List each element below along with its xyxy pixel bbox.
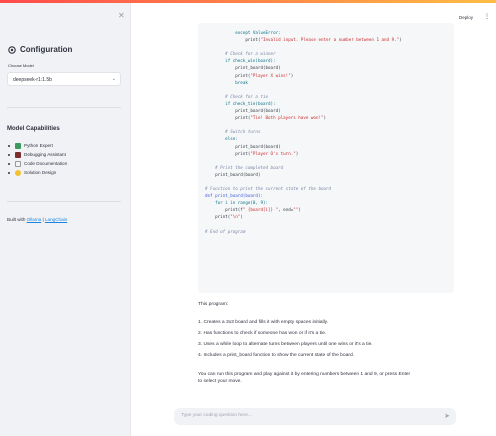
chat-input-box[interactable]: Type your coding question here... ➤ [174, 408, 456, 425]
assistant-answer: This program: 1. Creates a 3x3 board and… [198, 301, 460, 384]
bug-icon [15, 151, 21, 158]
capabilities-list: Python Expert Debugging Assistant Code D… [8, 141, 67, 177]
list-item: 1. Creates a 3x3 board and fills it with… [198, 320, 329, 325]
code-line: print("Invalid input. Please enter a num… [205, 37, 402, 43]
model-select[interactable]: deepseek-r1:1.5b ⌄ [7, 72, 121, 86]
capability-label: Python Expert [24, 143, 53, 148]
code-line: print_board(board) [205, 143, 281, 149]
ollama-link[interactable]: Ollama [27, 217, 42, 222]
code-line: print("Player X wins!") [205, 72, 294, 78]
built-with-prefix: Built with [7, 217, 27, 222]
capability-label: Debugging Assistant [24, 152, 66, 157]
memo-icon [15, 160, 21, 167]
code-line: # Check for a winner [205, 51, 276, 57]
answer-outro-line2: to select your move. [198, 379, 242, 384]
list-item: 3. Uses a while loop to alternate turns … [198, 342, 373, 347]
code-block: except ValueError: print("Invalid input.… [198, 23, 454, 293]
gear-icon [8, 45, 16, 54]
list-item: Solution Design [8, 168, 67, 177]
code-line: # Print the completed board [205, 164, 284, 170]
built-with-footer: Built with Ollama | LangChain [7, 217, 67, 222]
send-icon[interactable]: ➤ [444, 412, 450, 420]
langchain-link[interactable]: LangChain [45, 217, 67, 222]
code-line: print(f" {board[i]} ", end="") [205, 207, 301, 213]
bullet [8, 153, 10, 156]
code-content: except ValueError: print("Invalid input.… [198, 23, 454, 241]
close-icon[interactable]: ✕ [118, 11, 125, 20]
capability-label: Code Documentation [24, 161, 68, 166]
bullet [8, 171, 10, 174]
list-item: 4. Includes a print_board function to sh… [198, 353, 355, 358]
configuration-header: Configuration [8, 45, 72, 54]
code-line: if check_win(board): [205, 58, 276, 64]
lightbulb-icon [15, 169, 21, 176]
bullet [8, 144, 10, 147]
chat-input-placeholder: Type your coding question here... [181, 413, 252, 418]
answer-intro: This program: [198, 302, 229, 307]
deploy-button[interactable]: Deploy [459, 15, 473, 20]
code-line: print_board(board) [205, 171, 261, 177]
code-line: print_board(board) [205, 108, 281, 114]
code-line: # Function to print the current state of… [205, 186, 332, 192]
chevron-down-icon: ⌄ [111, 76, 116, 82]
sidebar: ✕ Configuration Choose Model deepseek-r1… [0, 3, 131, 436]
model-select-label: Choose Model [8, 63, 34, 68]
code-line: print("Tie! Both players have won!") [205, 115, 327, 121]
list-item: 2. Has functions to check if someone has… [198, 331, 327, 336]
code-line: if check_tie(board): [205, 100, 276, 106]
snake-icon [15, 142, 21, 149]
code-line: print("Player O's turn.") [205, 150, 299, 156]
list-item: Debugging Assistant [8, 150, 67, 159]
code-line: break [205, 79, 248, 85]
answer-outro-line1: You can run this program and play agains… [198, 372, 411, 377]
bullet [8, 162, 10, 165]
code-line: for i in range(0, 9): [205, 200, 269, 206]
code-line: except ValueError: [205, 30, 281, 35]
code-line: # Check for a tie [205, 93, 269, 99]
list-item: Code Documentation [8, 159, 67, 168]
code-line: print_board(board) [205, 65, 281, 71]
code-line: def print_board(board): [205, 193, 263, 199]
kebab-menu-icon[interactable]: ⋮ [484, 13, 490, 20]
sidebar-divider [7, 201, 121, 202]
capability-label: Solution Design [24, 170, 57, 175]
code-line: print("\n") [205, 214, 243, 220]
sidebar-divider [7, 107, 121, 108]
capabilities-title: Model Capabilities [7, 126, 60, 132]
model-select-value: deepseek-r1:1.5b [13, 77, 52, 83]
code-line: # Switch turns [205, 129, 261, 135]
code-line: else: [205, 136, 238, 142]
code-line: # End of program [205, 228, 246, 234]
configuration-title: Configuration [20, 45, 73, 54]
list-item: Python Expert [8, 141, 67, 150]
